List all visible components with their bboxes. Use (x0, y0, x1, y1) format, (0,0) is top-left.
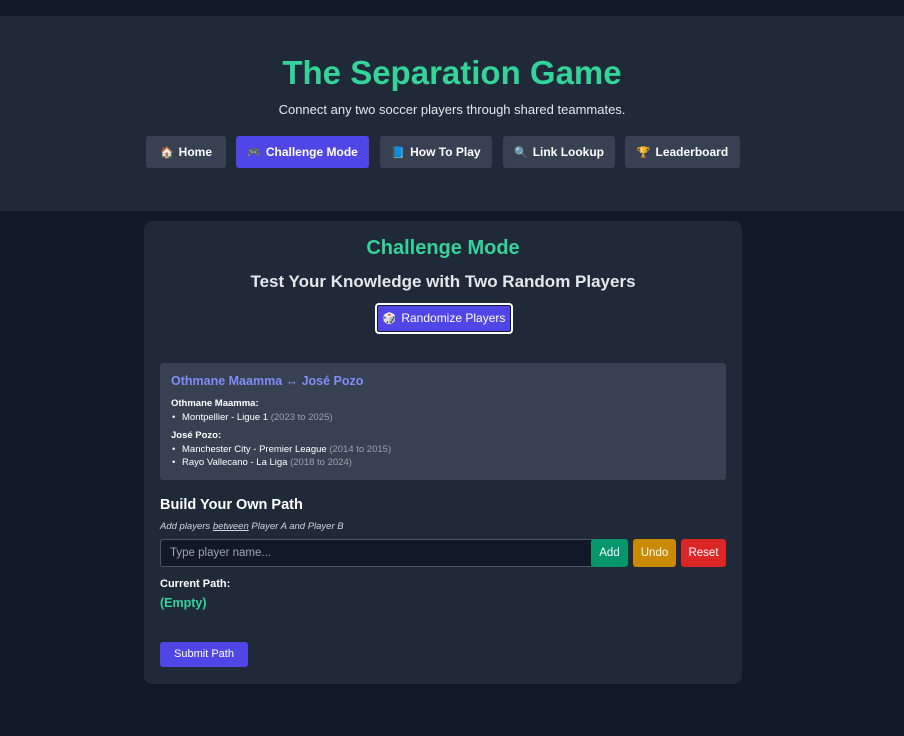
club-name: Montpellier - Ligue 1 (182, 412, 269, 423)
nav-challenge-mode-button[interactable]: 🎮 Challenge Mode (236, 136, 369, 168)
build-path-title: Build Your Own Path (160, 497, 303, 513)
nav-link-lookup-button[interactable]: 🔍 Link Lookup (503, 136, 615, 168)
randomize-players-button[interactable]: 🎲 Randomize Players (375, 303, 513, 334)
dice-icon: 🎲 (382, 313, 397, 325)
player-b-club-item: • Manchester City - Premier League (2014… (172, 444, 392, 455)
nav-challenge-mode-label: Challenge Mode (265, 145, 358, 159)
main-nav: 🏠 Home 🎮 Challenge Mode 📘 How To Play 🔍 Link… (0, 136, 904, 168)
current-path-label: Current Path: (160, 578, 231, 590)
site-subtitle: Connect any two soccer players through s… (278, 102, 626, 117)
challenge-title: Challenge Mode (366, 237, 520, 259)
club-years: (2014 to 2015) (329, 444, 392, 455)
hint-prefix: Add players (160, 521, 213, 532)
hint-emphasis: between (212, 521, 249, 532)
club-name: Rayo Vallecano - La Liga (182, 457, 288, 468)
club-name: Manchester City - Premier League (182, 444, 327, 455)
player-b-club-item: • Rayo Vallecano - La Liga (2018 to 2024… (172, 457, 352, 468)
player-name-input[interactable] (160, 539, 595, 567)
magnifier-icon: 🔍 (513, 147, 528, 159)
randomize-players-label: Randomize Players (401, 311, 506, 325)
undo-button[interactable]: Undo (633, 539, 676, 567)
site-header: The Separation Game Connect any two socc… (0, 16, 904, 211)
top-strip (0, 0, 904, 16)
hint-suffix: Player A and Player B (248, 521, 344, 532)
nav-how-to-play-button[interactable]: 📘 How To Play (380, 136, 492, 168)
game-controller-icon: 🎮 (247, 147, 261, 159)
nav-leaderboard-label: Leaderboard (655, 145, 729, 159)
build-path-hint: Add players between Player A and Player … (160, 521, 344, 532)
nav-link-lookup-label: Link Lookup (532, 145, 605, 159)
player-a-club-item: • Montpellier - Ligue 1 (2023 to 2025) (172, 412, 333, 423)
submit-path-button[interactable]: Submit Path (160, 642, 248, 667)
home-icon: 🏠 (159, 147, 174, 159)
bullet-icon: • (172, 457, 176, 468)
bullet-icon: • (172, 444, 176, 455)
current-path-value: (Empty) (160, 596, 207, 610)
player-pair-panel: Othmane Maamma ↔ José Pozo Othmane Maamm… (160, 363, 726, 480)
nav-leaderboard-button[interactable]: 🏆 Leaderboard (625, 136, 740, 168)
trophy-icon: 🏆 (636, 147, 651, 159)
player-a-name: Othmane Maamma: (171, 398, 259, 409)
bullet-icon: • (172, 412, 176, 423)
challenge-subtitle: Test Your Knowledge with Two Random Play… (250, 272, 636, 291)
nav-how-to-play-label: How To Play (410, 145, 481, 159)
add-button[interactable]: Add (591, 539, 628, 567)
site-title: The Separation Game (282, 54, 622, 91)
challenge-card: Challenge Mode Test Your Knowledge with … (144, 221, 742, 684)
book-icon: 📘 (391, 147, 406, 159)
player-pair-title: Othmane Maamma ↔ José Pozo (171, 374, 364, 388)
nav-home-label: Home (178, 145, 213, 159)
reset-button[interactable]: Reset (681, 539, 726, 567)
player-b-name: José Pozo: (171, 430, 222, 441)
club-years: (2018 to 2024) (290, 457, 352, 468)
nav-home-button[interactable]: 🏠 Home (146, 136, 226, 168)
club-years: (2023 to 2025) (270, 412, 333, 423)
